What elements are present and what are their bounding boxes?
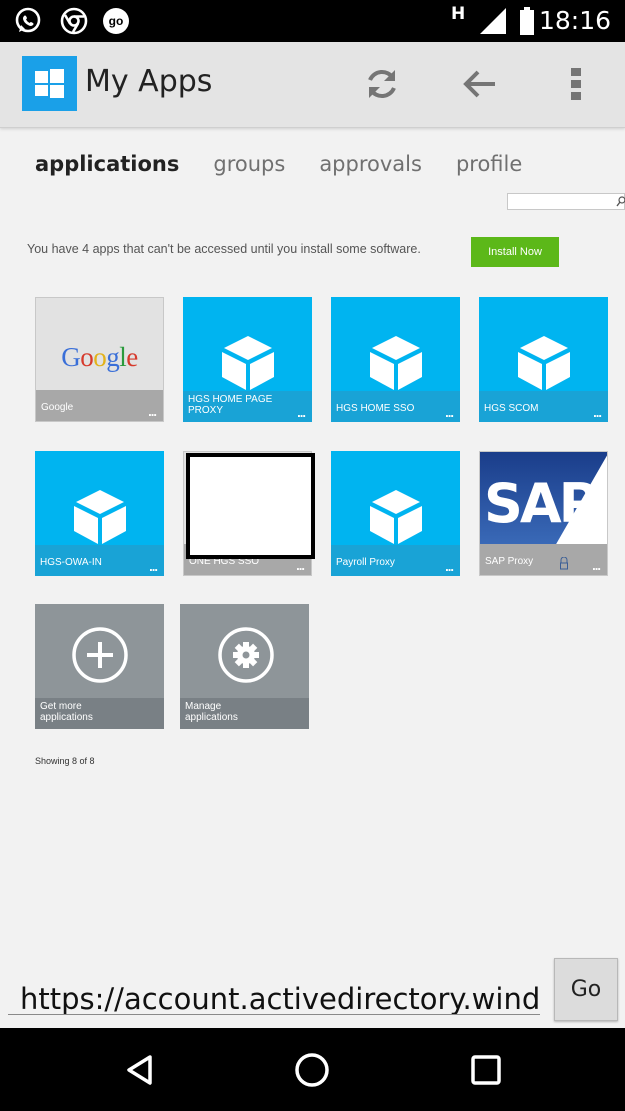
tab-profile[interactable]: profile	[456, 152, 522, 176]
refresh-button[interactable]	[358, 60, 406, 108]
sap-logo: SAP	[480, 452, 607, 546]
tile-caption: Google ...	[36, 390, 163, 421]
tab-groups[interactable]: groups	[213, 152, 285, 176]
url-text: https://account.activedirectory.windowsa…	[20, 982, 540, 1015]
url-input[interactable]: https://account.activedirectory.windowsa…	[8, 960, 540, 1015]
tile-caption: HGS-OWA-IN ...	[35, 545, 164, 576]
go-icon: go	[102, 7, 130, 35]
status-bar: go H 18:16	[0, 0, 625, 42]
tile-menu-icon[interactable]: ...	[296, 559, 305, 572]
tile-label: Manage applications	[185, 701, 238, 723]
app-tile-sap-proxy[interactable]: SAP SAP Proxy ...	[479, 451, 608, 576]
plus-circle-icon	[72, 627, 128, 683]
overflow-menu-button[interactable]	[552, 60, 600, 108]
tab-applications[interactable]: applications	[35, 152, 179, 176]
nav-back-button[interactable]	[117, 1048, 161, 1092]
url-bar: https://account.activedirectory.windowsa…	[0, 950, 625, 1028]
app-tile-hgs-home-sso[interactable]: HGS HOME SSO ...	[331, 297, 460, 422]
sap-logo-text: SAP	[484, 472, 597, 535]
go-button[interactable]: Go	[554, 958, 618, 1021]
tile-menu-icon[interactable]: ...	[593, 406, 602, 419]
tile-caption: Payroll Proxy ...	[331, 545, 460, 576]
refresh-icon	[368, 70, 396, 98]
tile-label: Get more applications	[40, 701, 93, 723]
lock-icon	[560, 556, 568, 573]
search-box	[507, 193, 625, 213]
tile-label: HGS SCOM	[484, 403, 539, 414]
app-cube-icon	[370, 336, 422, 390]
app-tile-hgs-home-page-proxy[interactable]: HGS HOME PAGE PROXY ...	[183, 297, 312, 422]
tile-caption: Get more applications	[35, 698, 164, 729]
signal-icon	[478, 6, 508, 41]
google-logo: Google	[61, 342, 138, 372]
tile-menu-icon[interactable]: ...	[445, 560, 454, 573]
back-button[interactable]	[455, 60, 503, 108]
tile-caption: HGS HOME PAGE PROXY ...	[183, 391, 312, 422]
app-tile-hgs-owa-in[interactable]: HGS-OWA-IN ...	[35, 451, 164, 576]
tile-menu-icon[interactable]: ...	[149, 560, 158, 573]
tab-bar: applications groups approvals profile	[35, 152, 522, 176]
app-cube-icon	[370, 490, 422, 544]
app-tile-payroll-proxy[interactable]: Payroll Proxy ...	[331, 451, 460, 576]
tile-menu-icon[interactable]: ...	[592, 559, 601, 572]
windows-logo-icon	[35, 69, 64, 98]
tile-label: HGS-OWA-IN	[40, 557, 102, 568]
tile-caption: HGS SCOM ...	[479, 391, 608, 422]
nav-back-icon	[127, 1055, 152, 1085]
tile-label: HGS HOME PAGE PROXY	[188, 394, 273, 416]
app-tile-google[interactable]: Google Google ...	[35, 297, 164, 422]
tile-menu-icon[interactable]: ...	[445, 406, 454, 419]
get-more-applications-tile[interactable]: Get more applications	[35, 604, 164, 729]
search-icon[interactable]	[616, 195, 625, 213]
network-type: H	[451, 4, 466, 24]
tile-menu-icon[interactable]: ...	[148, 405, 157, 418]
overflow-menu-icon	[571, 68, 581, 100]
tile-caption: SAP Proxy ...	[480, 544, 607, 575]
nav-recents-button[interactable]	[464, 1048, 508, 1092]
app-tile-hgs-scom[interactable]: HGS SCOM ...	[479, 297, 608, 422]
image-placeholder	[186, 453, 315, 559]
tile-label: HGS HOME SSO	[336, 403, 415, 414]
app-cube-icon	[518, 336, 570, 390]
nav-recents-icon	[471, 1055, 501, 1085]
install-now-button[interactable]: Install Now	[471, 237, 559, 267]
chrome-icon	[60, 7, 88, 35]
showing-count: Showing 8 of 8	[35, 756, 95, 766]
app-cube-icon	[222, 336, 274, 390]
search-input[interactable]	[508, 196, 624, 212]
app-cube-icon	[74, 490, 126, 544]
install-notice: You have 4 apps that can't be accessed u…	[27, 242, 421, 256]
clock: 18:16	[538, 6, 611, 35]
system-nav-bar	[0, 1028, 625, 1111]
nav-home-icon	[295, 1053, 329, 1087]
manage-applications-tile[interactable]: Manage applications	[180, 604, 309, 729]
settings-gear-icon	[218, 627, 274, 683]
tile-menu-icon[interactable]: ...	[297, 406, 306, 419]
tile-label: SAP Proxy	[485, 556, 534, 567]
battery-icon	[519, 7, 535, 40]
svg-text:go: go	[109, 14, 124, 28]
nav-home-button[interactable]	[290, 1048, 334, 1092]
tile-caption: HGS HOME SSO ...	[331, 391, 460, 422]
tile-label: Payroll Proxy	[336, 557, 395, 568]
whatsapp-icon	[14, 7, 42, 35]
app-bar: My Apps	[0, 42, 625, 128]
tab-approvals[interactable]: approvals	[319, 152, 422, 176]
app-title: My Apps	[85, 64, 213, 99]
tile-label: Google	[41, 402, 74, 413]
tile-caption: Manage applications	[180, 698, 309, 729]
app-logo	[22, 56, 77, 111]
back-arrow-icon	[463, 70, 495, 98]
